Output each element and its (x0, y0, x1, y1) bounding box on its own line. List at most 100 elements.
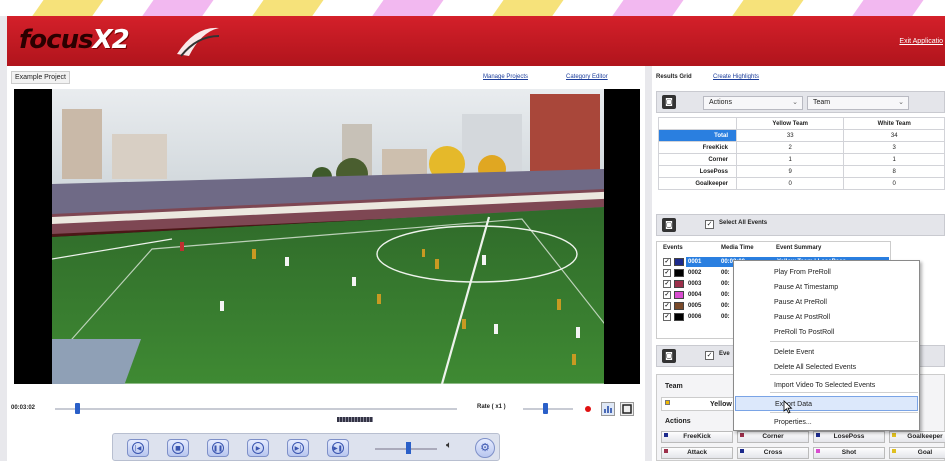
video-player[interactable] (14, 89, 640, 384)
record-button[interactable] (581, 402, 595, 416)
transport-controls: |◀ ■ ❚❚ ▶ ▶| ▶❚ 🔈︎ ⚙ (112, 433, 500, 461)
actions-dropdown-value: Actions (709, 99, 732, 106)
team-yellow-button[interactable]: Yellow (661, 397, 737, 411)
menu-item-play-from-preroll[interactable]: Play From PreRoll (735, 265, 918, 280)
seek-handle[interactable] (75, 403, 81, 414)
team-color-swatch (665, 400, 670, 405)
camera-icon[interactable]: ◙ (662, 95, 676, 109)
yellow-team-cell: 9 (735, 165, 845, 178)
table-row[interactable]: Corner 1 1 (658, 153, 945, 166)
event-color-swatch (674, 313, 684, 321)
action-button-goalkeeper[interactable]: Goalkeeper (889, 431, 945, 443)
event-color-swatch (674, 269, 684, 277)
decorative-banner (0, 0, 945, 16)
event-checkbox[interactable]: ✓ (663, 302, 671, 310)
action-button-corner[interactable]: Corner (737, 431, 809, 443)
select-all-checkbox[interactable]: ✓ (705, 220, 714, 229)
actions-dropdown[interactable]: Actions ⌄ (703, 96, 803, 110)
results-grid-title: Results Grid (656, 74, 692, 80)
action-button-freekick[interactable]: FreeKick (661, 431, 733, 443)
table-row[interactable]: Goalkeeper 0 0 (658, 177, 945, 190)
settings-gear-button[interactable]: ⚙ (475, 438, 495, 458)
action-button-cross[interactable]: Cross (737, 447, 809, 459)
table-row[interactable]: LosePoss 9 8 (658, 165, 945, 178)
row-label: LosePoss (658, 165, 737, 178)
action-button-shot[interactable]: Shot (813, 447, 885, 459)
menu-item-export-data[interactable]: Export Data (735, 396, 918, 411)
video-frame-image (52, 89, 604, 384)
event-checkbox[interactable]: ✓ (663, 291, 671, 299)
rate-slider[interactable] (523, 408, 573, 410)
event-id: 0005 (688, 303, 702, 309)
stop-button[interactable]: ■ (167, 439, 189, 457)
video-pane: Example Project Manage Projects Category… (7, 66, 645, 461)
select-all-label: Select All Events (719, 220, 768, 226)
action-button-attack[interactable]: Attack (661, 447, 733, 459)
row-label: Total (658, 129, 737, 142)
stop-icon: ■ (172, 442, 184, 454)
menu-separator (770, 392, 918, 393)
menu-item-pause-at-preroll[interactable]: Pause At PreRoll (735, 295, 918, 310)
white-team-cell: 0 (843, 177, 945, 190)
menu-item-delete-all-selected-events[interactable]: Delete All Selected Events (735, 360, 918, 375)
menu-item-preroll-to-postroll[interactable]: PreRoll To PostRoll (735, 325, 918, 340)
action-color-swatch (740, 449, 744, 453)
menu-item-import-video-to-selected-events[interactable]: Import Video To Selected Events (735, 378, 918, 393)
menu-item-delete-event[interactable]: Delete Event (735, 345, 918, 360)
category-editor-link[interactable]: Category Editor (566, 74, 608, 80)
step-forward-button[interactable]: ▶| (287, 439, 309, 457)
action-color-swatch (664, 449, 668, 453)
event-checkbox[interactable]: ✓ (663, 258, 671, 266)
events-col-header: Events (663, 245, 683, 251)
white-team-cell: 3 (843, 141, 945, 154)
play-icon: ▶ (252, 442, 264, 454)
skip-back-button[interactable]: |◀ (127, 439, 149, 457)
team-yellow-label: Yellow (710, 401, 732, 408)
app-logo: focusX2 (19, 25, 130, 55)
event-color-swatch (674, 280, 684, 288)
table-row[interactable]: FreeKick 2 3 (658, 141, 945, 154)
chart-view-button[interactable] (601, 402, 615, 416)
camera-icon[interactable]: ◙ (662, 349, 676, 363)
event-checkbox[interactable]: ✓ (663, 313, 671, 321)
chevron-down-icon: ⌄ (898, 99, 904, 106)
team-dropdown-value: Team (813, 99, 831, 106)
event-checkbox[interactable]: ✓ (663, 280, 671, 288)
rate-handle[interactable] (543, 403, 548, 414)
event-color-swatch (674, 302, 684, 310)
row-label: Corner (658, 153, 737, 166)
action-button-label: Shot (841, 449, 857, 456)
event-id: 0002 (688, 270, 702, 276)
table-row[interactable]: Total 33 34 (658, 129, 945, 142)
fullscreen-button[interactable] (620, 402, 634, 416)
pause-icon: ❚❚ (212, 442, 224, 454)
chevron-down-icon: ⌄ (792, 99, 798, 106)
menu-item-pause-at-timestamp[interactable]: Pause At Timestamp (735, 280, 918, 295)
action-color-swatch (892, 449, 896, 453)
skip-forward-button[interactable]: ▶❚ (327, 439, 349, 457)
action-button-label: Attack (687, 449, 707, 456)
manage-projects-link[interactable]: Manage Projects (483, 74, 528, 80)
camera-icon[interactable]: ◙ (662, 218, 676, 232)
action-color-swatch (664, 433, 668, 437)
play-button[interactable]: ▶ (247, 439, 269, 457)
yellow-team-cell: 1 (735, 153, 845, 166)
seek-bar[interactable] (55, 408, 457, 410)
action-button-loseposs[interactable]: LosePoss (813, 431, 885, 443)
event-checkbox[interactable]: ✓ (663, 269, 671, 277)
exit-application-link[interactable]: Exit Applicatio (899, 38, 943, 45)
speaker-icon[interactable]: 🔈︎ (446, 440, 452, 451)
menu-item-properties[interactable]: Properties... (735, 415, 918, 430)
create-highlights-link[interactable]: Create Highlights (713, 74, 759, 80)
white-team-cell: 34 (843, 129, 945, 142)
white-team-cell: 1 (843, 153, 945, 166)
pause-button[interactable]: ❚❚ (207, 439, 229, 457)
action-button-goal[interactable]: Goal (889, 447, 945, 459)
volume-handle[interactable] (406, 442, 411, 454)
yellow-team-cell: 2 (735, 141, 845, 154)
project-tab[interactable]: Example Project (11, 71, 70, 84)
menu-item-pause-at-postroll[interactable]: Pause At PostRoll (735, 310, 918, 325)
events-checkbox[interactable]: ✓ (705, 351, 714, 360)
team-dropdown[interactable]: Team ⌄ (807, 96, 909, 110)
playback-progress: 00:03:02 Rate ( x1 ) (7, 396, 645, 426)
